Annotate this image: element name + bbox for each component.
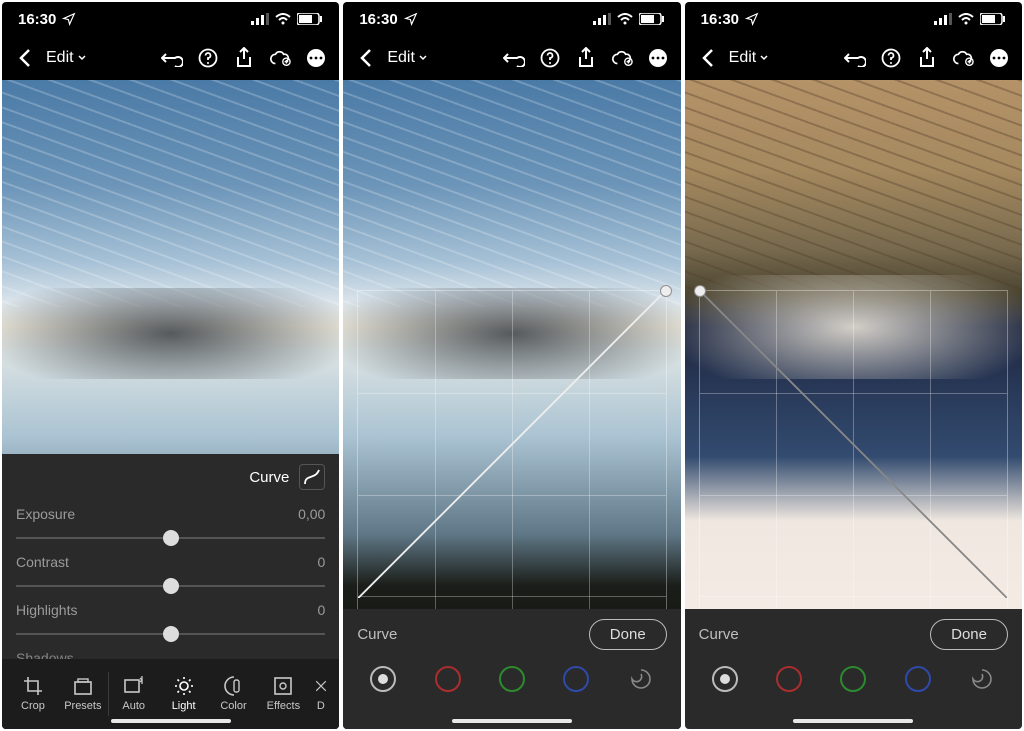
curve-point-highlight[interactable] xyxy=(660,285,672,297)
top-toolbar: Edit xyxy=(343,36,680,80)
location-icon xyxy=(404,12,418,26)
location-icon xyxy=(745,12,759,26)
done-button[interactable]: Done xyxy=(589,619,667,650)
top-toolbar: Edit xyxy=(685,36,1022,80)
undo-icon[interactable] xyxy=(844,47,866,69)
help-icon[interactable] xyxy=(880,47,902,69)
tab-light[interactable]: Light xyxy=(159,676,209,712)
location-icon xyxy=(62,12,76,26)
photo-preview[interactable]: Curve Done xyxy=(343,80,680,729)
tab-color[interactable]: Color xyxy=(209,676,259,712)
channel-blue[interactable] xyxy=(905,666,931,692)
status-time: 16:30 xyxy=(359,11,397,28)
edit-menu[interactable]: Edit xyxy=(729,49,769,67)
undo-icon[interactable] xyxy=(161,47,183,69)
slider-highlights[interactable]: Highlights0 xyxy=(2,596,339,644)
auto-icon xyxy=(123,676,145,696)
chevron-down-icon xyxy=(760,55,768,61)
color-icon xyxy=(224,676,244,696)
signal-icon xyxy=(934,13,952,25)
signal-icon xyxy=(593,13,611,25)
curve-label: Curve xyxy=(249,469,289,486)
channel-row xyxy=(685,660,1022,692)
more-icon[interactable] xyxy=(988,47,1010,69)
slider-exposure[interactable]: Exposure0,00 xyxy=(2,500,339,548)
status-time: 16:30 xyxy=(701,11,739,28)
status-bar: 16:30 xyxy=(343,2,680,36)
tab-presets[interactable]: Presets xyxy=(58,676,108,712)
share-icon[interactable] xyxy=(916,47,938,69)
undo-icon[interactable] xyxy=(503,47,525,69)
channel-blue[interactable] xyxy=(563,666,589,692)
help-icon[interactable] xyxy=(197,47,219,69)
cloud-add-icon[interactable] xyxy=(952,47,974,69)
battery-icon xyxy=(297,13,323,25)
detail-icon xyxy=(313,676,329,696)
cloud-add-icon[interactable] xyxy=(269,47,291,69)
screen-2-curve-normal: 16:30 Edit xyxy=(343,2,680,729)
channel-luminance[interactable] xyxy=(370,666,396,692)
back-icon[interactable] xyxy=(14,47,36,69)
edit-menu[interactable]: Edit xyxy=(387,49,427,67)
channel-parametric-icon[interactable] xyxy=(628,666,654,692)
curve-button[interactable] xyxy=(299,464,325,490)
tab-detail[interactable]: D xyxy=(308,676,333,712)
wifi-icon xyxy=(617,13,633,25)
battery-icon xyxy=(980,13,1006,25)
curve-point-shadow[interactable] xyxy=(694,285,706,297)
curve-line[interactable] xyxy=(700,291,1007,598)
more-icon[interactable] xyxy=(305,47,327,69)
status-bar: 16:30 xyxy=(685,2,1022,36)
back-icon[interactable] xyxy=(355,47,377,69)
channel-red[interactable] xyxy=(776,666,802,692)
signal-icon xyxy=(251,13,269,25)
share-icon[interactable] xyxy=(575,47,597,69)
home-indicator[interactable] xyxy=(452,719,572,723)
presets-icon xyxy=(73,676,93,696)
curve-label: Curve xyxy=(699,626,739,643)
tab-effects[interactable]: Effects xyxy=(258,676,308,712)
wifi-icon xyxy=(958,13,974,25)
effects-icon xyxy=(273,676,293,696)
top-toolbar: Edit xyxy=(2,36,339,80)
share-icon[interactable] xyxy=(233,47,255,69)
photo-preview[interactable]: Curve Done xyxy=(685,80,1022,729)
done-button[interactable]: Done xyxy=(930,619,1008,650)
home-indicator[interactable] xyxy=(111,719,231,723)
wifi-icon xyxy=(275,13,291,25)
tab-auto[interactable]: Auto xyxy=(109,676,159,712)
curve-footer: Curve Done xyxy=(685,609,1022,729)
crop-icon xyxy=(23,676,43,696)
channel-green[interactable] xyxy=(840,666,866,692)
cloud-add-icon[interactable] xyxy=(611,47,633,69)
channel-green[interactable] xyxy=(499,666,525,692)
edit-menu[interactable]: Edit xyxy=(46,49,86,67)
channel-parametric-icon[interactable] xyxy=(969,666,995,692)
photo-preview[interactable]: Curve Exposure0,00 Contrast0 Highlights0 xyxy=(2,80,339,729)
status-time: 16:30 xyxy=(18,11,56,28)
slider-contrast[interactable]: Contrast0 xyxy=(2,548,339,596)
battery-icon xyxy=(639,13,665,25)
curve-label: Curve xyxy=(357,626,397,643)
tab-crop[interactable]: Crop xyxy=(8,676,58,712)
home-indicator[interactable] xyxy=(793,719,913,723)
help-icon[interactable] xyxy=(539,47,561,69)
light-panel: Curve Exposure0,00 Contrast0 Highlights0 xyxy=(2,454,339,729)
channel-luminance[interactable] xyxy=(712,666,738,692)
chevron-down-icon xyxy=(419,55,427,61)
screen-1-light-panel: 16:30 Edit xyxy=(2,2,339,729)
status-bar: 16:30 xyxy=(2,2,339,36)
chevron-down-icon xyxy=(78,55,86,61)
screen-3-curve-inverted: 16:30 Edit xyxy=(685,2,1022,729)
channel-red[interactable] xyxy=(435,666,461,692)
channel-row xyxy=(343,660,680,692)
back-icon[interactable] xyxy=(697,47,719,69)
more-icon[interactable] xyxy=(647,47,669,69)
light-icon xyxy=(174,676,194,696)
curve-footer: Curve Done xyxy=(343,609,680,729)
curve-line[interactable] xyxy=(358,291,665,598)
